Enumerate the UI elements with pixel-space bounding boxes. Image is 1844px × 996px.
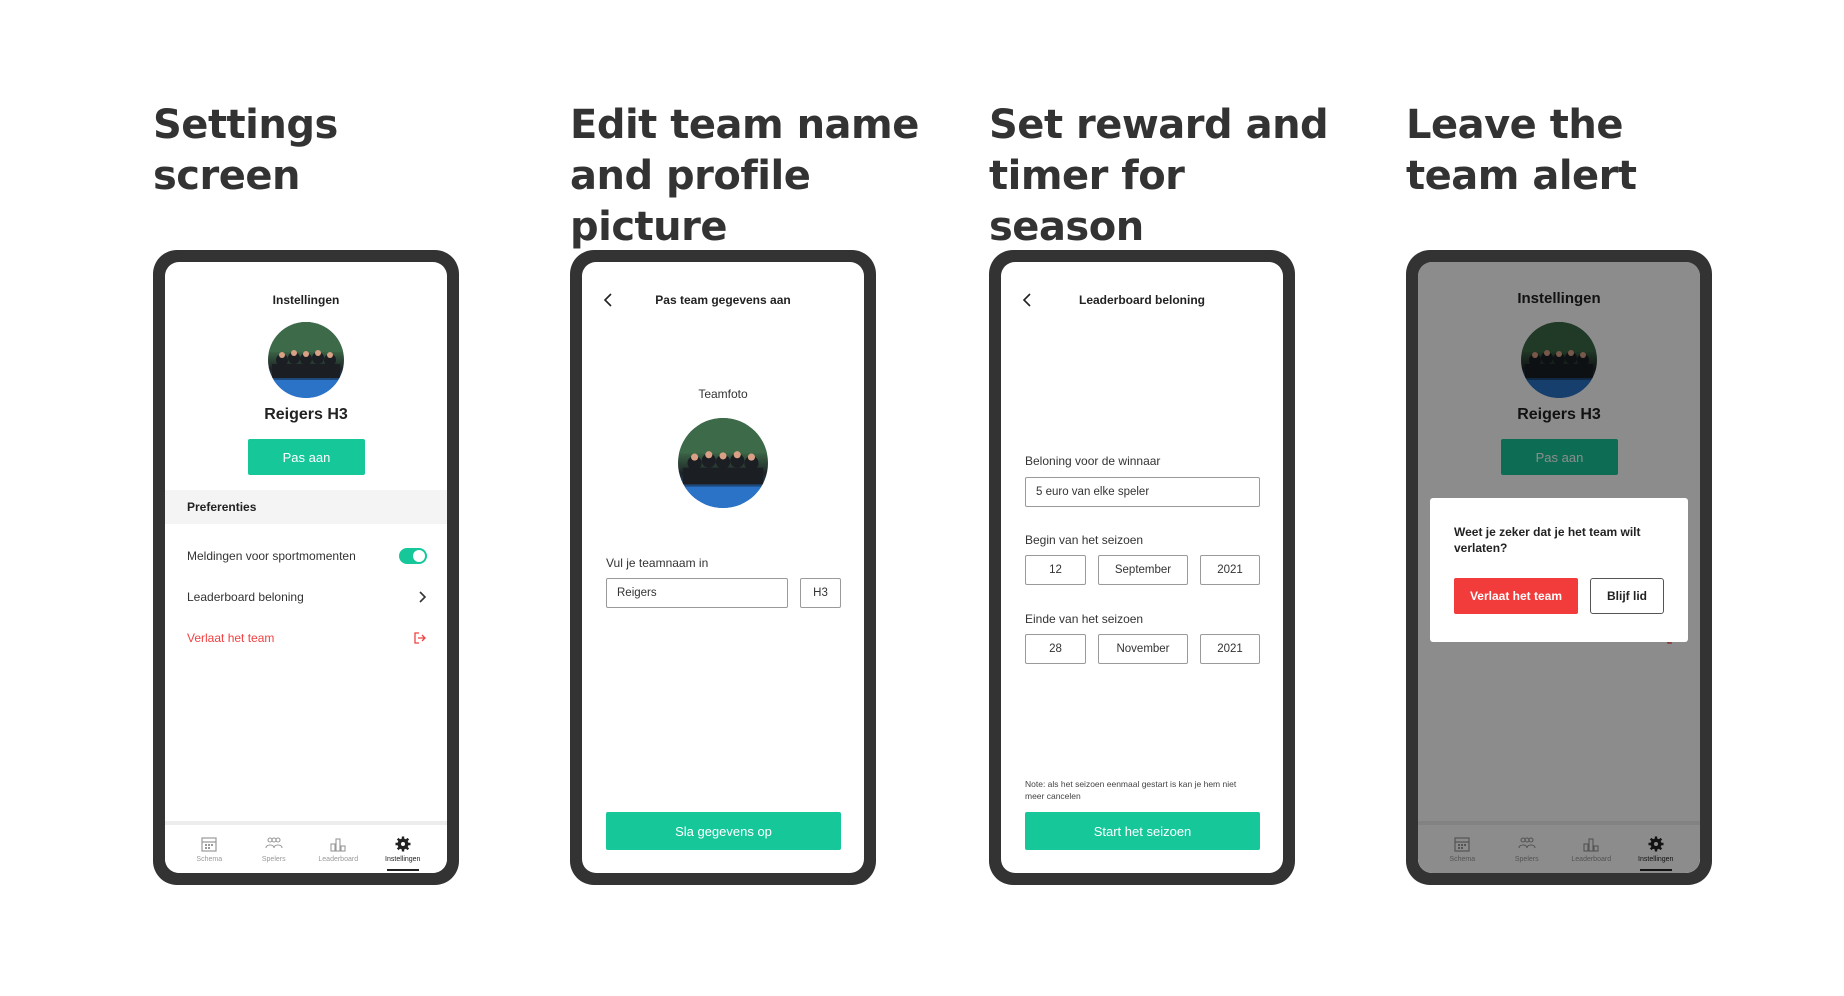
- leave-alert-screen: Instellingen Reigers H3 Pas aan Verlaat …: [1418, 262, 1700, 873]
- end-year-input[interactable]: 2021: [1200, 634, 1260, 664]
- team-avatar: [268, 322, 344, 398]
- phone-reward: Leaderboard beloning Beloning voor de wi…: [989, 250, 1295, 885]
- season-note: Note: als het seizoen eenmaal gestart is…: [1025, 779, 1237, 801]
- leaderboard-reward-row[interactable]: Leaderboard beloning: [187, 587, 427, 607]
- leave-team-label: Verlaat het team: [187, 631, 275, 645]
- column-title-reward: Set reward and timer for season: [989, 102, 1329, 250]
- tab-leaderboard[interactable]: Leaderboard: [312, 827, 364, 871]
- players-icon: [265, 836, 283, 848]
- notifications-toggle[interactable]: [399, 548, 427, 564]
- section-preferences: Preferenties: [165, 490, 447, 524]
- tab-label: Leaderboard: [318, 855, 359, 863]
- logout-icon: [414, 632, 426, 644]
- team-name-label: Vul je teamnaam in: [606, 556, 709, 570]
- season-start-label: Begin van het seizoen: [1025, 533, 1144, 547]
- tab-label: Instellingen: [385, 855, 421, 863]
- end-day-input[interactable]: 28: [1025, 634, 1086, 664]
- stay-member-button[interactable]: Blijf lid: [1590, 578, 1664, 614]
- phone-settings: Instellingen Reigers H3 Pas aan Preferen…: [153, 250, 459, 885]
- start-season-button[interactable]: Start het seizoen: [1025, 812, 1260, 850]
- tab-label: Schema: [196, 855, 223, 863]
- notifications-label: Meldingen voor sportmomenten: [187, 549, 356, 563]
- reward-screen: Leaderboard beloning Beloning voor de wi…: [1001, 262, 1283, 873]
- tab-label: Spelers: [261, 855, 286, 863]
- leaderboard-icon: [330, 837, 346, 852]
- phone-edit-team: Pas team gegevens aan Teamfoto Vul je te…: [570, 250, 876, 885]
- screen-title: Instellingen: [272, 293, 340, 307]
- calendar-icon: [201, 836, 217, 852]
- reward-label: Beloning voor de winnaar: [1025, 454, 1161, 468]
- start-year-input[interactable]: 2021: [1200, 555, 1260, 585]
- team-suffix-input[interactable]: H3: [800, 578, 841, 608]
- edit-team-screen: Pas team gegevens aan Teamfoto Vul je te…: [582, 262, 864, 873]
- end-month-input[interactable]: November: [1098, 634, 1188, 664]
- settings-screen: Instellingen Reigers H3 Pas aan Preferen…: [165, 262, 447, 873]
- leave-team-dialog: Weet je zeker dat je het team wilt verla…: [1430, 498, 1688, 642]
- team-photo[interactable]: [678, 418, 768, 508]
- column-title-settings: Settings screen: [153, 102, 338, 199]
- team-name: Reigers H3: [264, 406, 348, 423]
- team-name-input[interactable]: Reigers: [606, 578, 788, 608]
- tab-instellingen[interactable]: Instellingen: [377, 827, 429, 871]
- phone-leave-alert: Instellingen Reigers H3 Pas aan Verlaat …: [1406, 250, 1712, 885]
- start-month-input[interactable]: September: [1098, 555, 1188, 585]
- gear-icon: [395, 836, 411, 851]
- tab-schema[interactable]: Schema: [183, 827, 235, 871]
- team-photo-label: Teamfoto: [698, 387, 748, 401]
- reward-input[interactable]: 5 euro van elke speler: [1025, 477, 1260, 507]
- chevron-right-icon: [419, 591, 427, 603]
- edit-team-button[interactable]: Pas aan: [248, 439, 365, 475]
- dialog-message: Weet je zeker dat je het team wilt verla…: [1454, 525, 1641, 555]
- tab-spelers[interactable]: Spelers: [248, 827, 300, 871]
- leaderboard-reward-label: Leaderboard beloning: [187, 590, 304, 604]
- tab-bar: Schema Spelers Leaderboard Instellingen: [165, 821, 447, 873]
- start-day-input[interactable]: 12: [1025, 555, 1086, 585]
- notifications-row[interactable]: Meldingen voor sportmomenten: [187, 546, 427, 566]
- season-end-label: Einde van het seizoen: [1025, 612, 1144, 626]
- screen-title: Leaderboard beloning: [1078, 293, 1205, 307]
- leave-team-row[interactable]: Verlaat het team: [187, 628, 427, 648]
- save-details-button[interactable]: Sla gegevens op: [606, 812, 841, 850]
- column-title-edit-team: Edit team name and profile picture: [570, 102, 919, 250]
- confirm-leave-button[interactable]: Verlaat het team: [1454, 578, 1578, 614]
- screen-title: Pas team gegevens aan: [655, 293, 791, 307]
- column-title-leave-alert: Leave the team alert: [1406, 102, 1637, 199]
